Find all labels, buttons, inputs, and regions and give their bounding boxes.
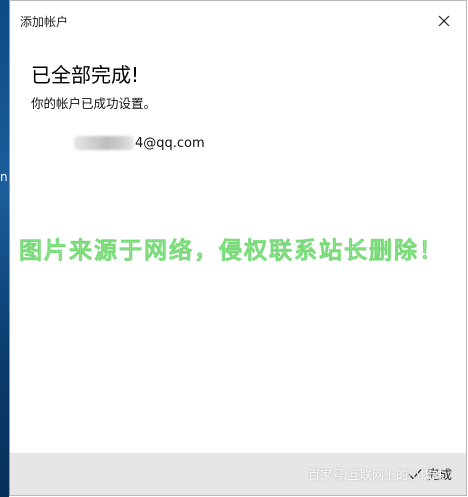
add-account-dialog: 添加帐户 已全部完成! 你的帐户已成功设置。 4@qq.com 图片来源于网络，… bbox=[9, 0, 467, 496]
account-row: 4@qq.com bbox=[74, 134, 205, 152]
page-title: 已全部完成! bbox=[31, 63, 140, 87]
title-bar[interactable]: 添加帐户 bbox=[10, 1, 466, 41]
close-button[interactable] bbox=[434, 11, 454, 31]
desktop-edge-text: n bbox=[0, 170, 8, 184]
account-email: 4@qq.com bbox=[135, 135, 205, 151]
desktop-background: n bbox=[0, 0, 9, 497]
close-icon bbox=[438, 15, 450, 27]
status-message: 你的帐户已成功设置。 bbox=[31, 96, 157, 111]
window-title: 添加帐户 bbox=[20, 15, 69, 29]
dialog-footer: 完成 百家号/互联网上的小蜘蛛 bbox=[10, 453, 466, 495]
copyright-watermark: 图片来源于网络，侵权联系站长删除！ bbox=[19, 238, 444, 265]
source-watermark: 百家号/互联网上的小蜘蛛 bbox=[307, 468, 444, 482]
redacted-email-blur bbox=[74, 136, 134, 150]
screen: n 添加帐户 已全部完成! 你的帐户已成功设置。 4@qq.com 图片来源于网… bbox=[0, 0, 468, 497]
